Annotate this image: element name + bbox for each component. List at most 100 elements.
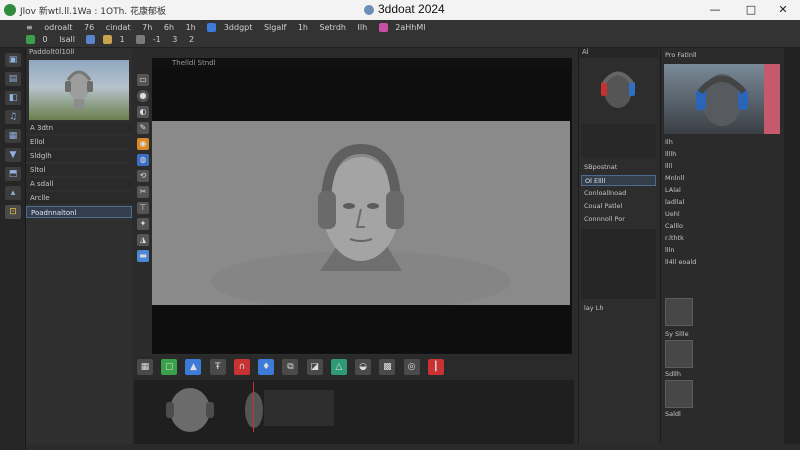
voxel-tool-icon[interactable]: ◧ bbox=[5, 91, 21, 105]
toolbar-item[interactable]: 1h bbox=[186, 23, 196, 32]
toolbar-item[interactable]: 1 bbox=[120, 35, 125, 44]
toolbar-item[interactable]: 76 bbox=[84, 23, 94, 32]
brush-swatch[interactable] bbox=[665, 340, 693, 368]
layer-row[interactable]: Arclle bbox=[26, 192, 132, 204]
property-row[interactable]: lay Lh bbox=[581, 303, 656, 314]
layers-tool-icon[interactable]: ▤ bbox=[5, 72, 21, 86]
toolbar-item[interactable]: 2 bbox=[189, 35, 194, 44]
toolbar-item[interactable]: ≡ bbox=[26, 23, 33, 32]
curve-icon[interactable]: ♦ bbox=[258, 359, 275, 375]
toolbar-item[interactable]: cindat bbox=[106, 23, 131, 32]
retopo-tool-icon[interactable]: ▦ bbox=[5, 129, 21, 143]
panel-row[interactable]: ll4ll eoald bbox=[665, 258, 696, 268]
property-row-selected[interactable]: Ol Ellll bbox=[581, 175, 656, 186]
property-row[interactable]: Connnoll Por bbox=[581, 214, 656, 225]
polygon-icon[interactable]: △ bbox=[330, 359, 347, 375]
viewport-letterbox-bottom bbox=[152, 305, 570, 353]
toolbar-item[interactable]: 0 bbox=[43, 35, 48, 44]
layer-row[interactable]: Ellol bbox=[26, 136, 132, 148]
brush-swatch[interactable] bbox=[665, 380, 693, 408]
panel-title: Paddolt0l10ll bbox=[29, 48, 75, 56]
grid-icon[interactable] bbox=[26, 35, 35, 44]
cut-tool-icon[interactable]: ✂ bbox=[137, 186, 149, 198]
pattern-icon[interactable]: ▩ bbox=[379, 359, 396, 375]
toolbar-item[interactable]: Setrdh bbox=[320, 23, 346, 32]
clay-tool-icon[interactable]: ◉ bbox=[137, 138, 149, 150]
3d-viewport[interactable] bbox=[152, 121, 570, 311]
sphere-tool-icon[interactable]: ● bbox=[137, 90, 149, 102]
render-tool-icon[interactable]: ⬒ bbox=[5, 167, 21, 181]
sphere-icon[interactable] bbox=[207, 23, 217, 32]
main-toolbar: ≡ odroalt 76 cindat 7h 6h 1h 3ddgpt Slga… bbox=[0, 20, 800, 48]
toolbar-item[interactable]: 2aHhMl bbox=[395, 23, 425, 32]
panel-row[interactable]: llln bbox=[665, 246, 675, 256]
timeline-cursor[interactable] bbox=[253, 382, 254, 432]
layer-row[interactable]: Sldglh bbox=[26, 150, 132, 162]
panel-row[interactable]: llllh bbox=[665, 150, 676, 160]
flatten-tool-icon[interactable]: ⊤ bbox=[137, 202, 149, 214]
toolbar-item[interactable]: -1 bbox=[153, 35, 161, 44]
toolbar-item[interactable]: Ilh bbox=[358, 23, 368, 32]
toolbar-item[interactable]: lsall bbox=[59, 35, 75, 44]
pinch-tool-icon[interactable]: ✎ bbox=[137, 122, 149, 134]
property-row[interactable]: Coual Patlel bbox=[581, 201, 656, 212]
select-tool-icon[interactable]: ▣ bbox=[5, 53, 21, 67]
property-row[interactable]: Conloallnoad bbox=[581, 188, 656, 199]
uv-tool-icon[interactable]: ▼ bbox=[5, 148, 21, 162]
maximize-button[interactable]: □ bbox=[734, 0, 768, 20]
material-icon[interactable]: ◒ bbox=[355, 359, 372, 375]
layer-row-selected[interactable]: Poadnnaltonl bbox=[26, 206, 132, 218]
panel-row[interactable]: Ilh bbox=[665, 138, 673, 148]
minimize-button[interactable]: — bbox=[698, 0, 732, 20]
text-tool-icon[interactable]: Ŧ bbox=[209, 359, 226, 375]
layer-row[interactable]: A sdall bbox=[26, 178, 132, 190]
smooth-tool-icon[interactable]: ◐ bbox=[137, 106, 149, 118]
panel-row[interactable]: r.lthtk bbox=[665, 234, 684, 244]
toolbar-item[interactable]: 1h bbox=[298, 23, 308, 32]
swatch-label: Saldl bbox=[665, 410, 681, 418]
sculpt-tool-icon[interactable]: ▴ bbox=[5, 186, 21, 200]
stroke-icon[interactable]: ▦ bbox=[137, 359, 153, 375]
brush-icon[interactable] bbox=[378, 23, 388, 32]
brush-tool-icon[interactable]: ▭ bbox=[137, 74, 149, 86]
panel-row[interactable]: LAlal bbox=[665, 186, 681, 196]
stencil-icon[interactable]: ◪ bbox=[306, 359, 323, 375]
scale-icon[interactable] bbox=[103, 35, 113, 44]
panel-row[interactable]: llll bbox=[665, 162, 672, 172]
toolbar-item[interactable]: 6h bbox=[164, 23, 174, 32]
toolbar-item[interactable]: odroalt bbox=[44, 23, 72, 32]
panel-row[interactable]: Calllo bbox=[665, 222, 683, 232]
panel-row[interactable]: ladllal bbox=[665, 198, 684, 208]
inflate-tool-icon[interactable]: ◍ bbox=[137, 154, 149, 166]
mask-tool-icon[interactable]: ◮ bbox=[137, 234, 149, 246]
camera-icon[interactable] bbox=[136, 35, 146, 44]
gradient-icon[interactable]: ▲ bbox=[185, 359, 202, 375]
curve-editor[interactable] bbox=[581, 229, 656, 299]
material-preview bbox=[664, 64, 780, 134]
record-icon[interactable]: ┃ bbox=[427, 359, 444, 375]
sphere-grid-icon[interactable]: ◎ bbox=[403, 359, 420, 375]
property-row[interactable]: SBpostnat bbox=[581, 162, 656, 173]
vertical-scrollbar[interactable] bbox=[784, 48, 800, 444]
layer-tool-icon[interactable]: ▬ bbox=[137, 250, 149, 262]
layer-row[interactable]: Sltol bbox=[26, 164, 132, 176]
toolbar-item[interactable]: 7h bbox=[142, 23, 152, 32]
layer-row[interactable]: A 3dtn bbox=[26, 122, 132, 134]
rect-select-icon[interactable]: ▢ bbox=[161, 359, 178, 375]
close-button[interactable]: ✕ bbox=[766, 0, 800, 20]
paint-tool-icon[interactable]: ♫ bbox=[5, 110, 21, 124]
move-icon[interactable] bbox=[86, 35, 96, 44]
grab-tool-icon[interactable]: ⟲ bbox=[137, 170, 149, 182]
transform-tool-icon[interactable]: ✦ bbox=[137, 218, 149, 230]
panel-row[interactable]: Uehl bbox=[665, 210, 680, 220]
toolbar-item[interactable]: 3 bbox=[172, 35, 177, 44]
menu-strip[interactable]: Jlov 新wtl.ll.1Wa : 1OTh. 花康郁板 bbox=[20, 4, 166, 17]
toolbar-item[interactable]: Slgalf bbox=[264, 23, 286, 32]
magnet-icon[interactable]: ∩ bbox=[233, 359, 250, 375]
brush-swatch[interactable] bbox=[665, 298, 693, 326]
panel-row[interactable]: Mnlnll bbox=[665, 174, 684, 184]
copy-icon[interactable]: ⧉ bbox=[282, 359, 299, 375]
toolbar-item[interactable]: 3ddgpt bbox=[224, 23, 253, 32]
nav-cube-widget[interactable] bbox=[581, 124, 656, 158]
active-room-icon[interactable]: ⊡ bbox=[5, 205, 21, 219]
